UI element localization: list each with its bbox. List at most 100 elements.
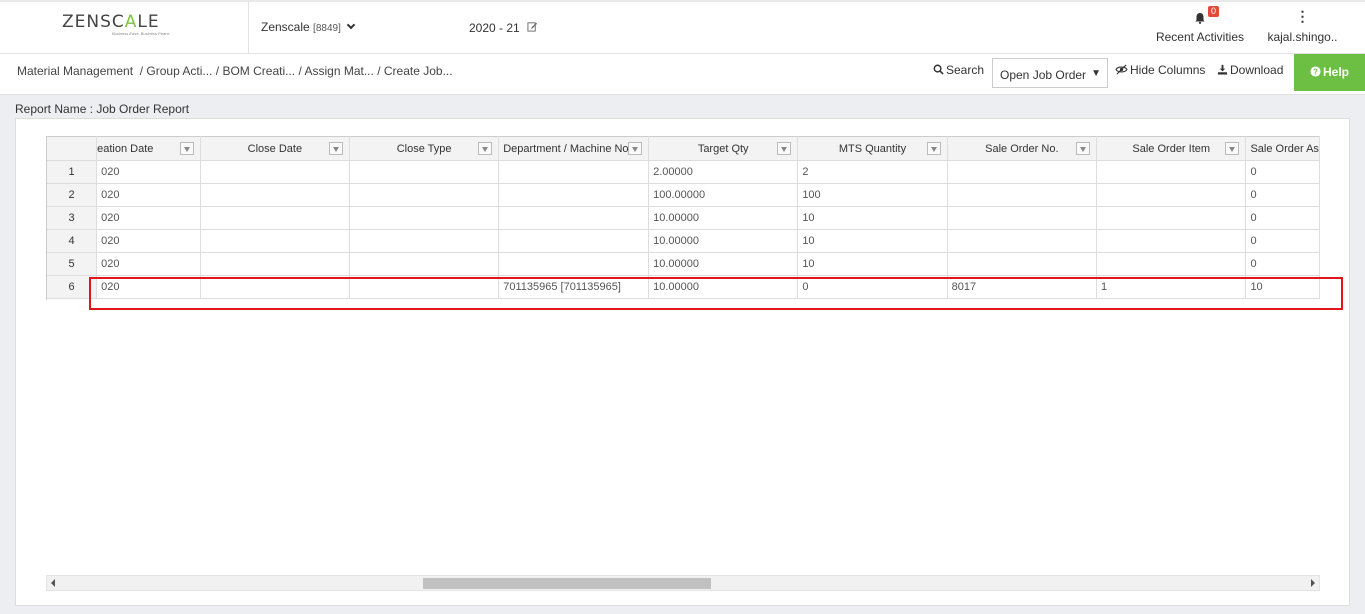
table-cell: [200, 229, 350, 253]
filter-icon[interactable]: [1076, 142, 1091, 155]
top-header: ZENSCALE Business Ease. Business Peace. …: [0, 0, 1365, 54]
table-cell: [1096, 229, 1247, 253]
table-cell: [349, 160, 500, 184]
breadcrumb-item-material-management[interactable]: Material Management: [17, 64, 133, 78]
column-header[interactable]: Target Qty: [648, 136, 799, 161]
filter-icon[interactable]: [478, 142, 493, 155]
column-header[interactable]: Close Type: [349, 136, 500, 161]
filter-icon[interactable]: [926, 142, 941, 155]
table-cell: 10.00000: [648, 206, 799, 230]
column-header-label: Department / Machine No.: [503, 142, 632, 155]
filter-icon[interactable]: [777, 142, 792, 155]
breadcrumb-item-assign-material[interactable]: / Assign Mat...: [298, 64, 373, 78]
column-header[interactable]: Sale Order As: [1245, 136, 1320, 161]
download-icon: [1217, 64, 1228, 78]
report-name: Report Name : Job Order Report: [15, 102, 190, 116]
table-cell: [498, 183, 650, 207]
table-cell: 0: [1245, 183, 1320, 207]
table-row[interactable]: 1 020 2.00000 2 0: [47, 160, 1320, 184]
breadcrumb-item-group-activity[interactable]: / Group Acti...: [140, 64, 213, 78]
caret-down-icon: ▼: [1091, 68, 1101, 79]
table-cell: 2.00000: [648, 160, 799, 184]
table-cell: 020: [96, 183, 201, 207]
breadcrumb-item-create-job[interactable]: / Create Job...: [377, 64, 452, 78]
table-row[interactable]: 2 020 100.00000 100 0: [47, 183, 1320, 207]
bell-icon: [1194, 12, 1206, 24]
table-cell: [498, 229, 650, 253]
table-row[interactable]: 4 020 10.00000 10 0: [47, 229, 1320, 253]
table-cell: [349, 229, 500, 253]
breadcrumb-item-bom-creation[interactable]: / BOM Creati...: [216, 64, 295, 78]
fiscal-year-label: 2020 - 21: [469, 21, 520, 35]
table-row[interactable]: 5 020 10.00000 10 0: [47, 252, 1320, 276]
question-circle-icon: ?: [1310, 66, 1321, 80]
table-cell: 10: [797, 252, 948, 276]
job-order-status-select[interactable]: Open Job Order ▼: [992, 58, 1108, 88]
table-cell: [1096, 183, 1247, 207]
notification-badge: 0: [1208, 6, 1220, 17]
table-cell: 0: [1245, 206, 1320, 230]
edit-icon[interactable]: [527, 21, 538, 35]
header-divider: [248, 2, 249, 54]
column-header[interactable]: MTS Quantity: [797, 136, 948, 161]
hide-columns-button[interactable]: Hide Columns: [1115, 63, 1205, 78]
table-cell: [200, 206, 350, 230]
breadcrumb: Material Management / Group Acti... / BO…: [17, 64, 453, 78]
user-name: kajal.shingo..: [1267, 30, 1338, 44]
table-cell: [200, 160, 350, 184]
table-cell: [498, 160, 650, 184]
column-header[interactable]: Department / Machine No.: [498, 136, 650, 161]
table-cell: [947, 252, 1098, 276]
table-cell: 0: [1245, 160, 1320, 184]
search-button[interactable]: Search: [933, 63, 984, 78]
company-selector[interactable]: Zenscale [8849]: [261, 20, 356, 34]
table-cell: 020: [96, 160, 201, 184]
table-cell: [498, 206, 650, 230]
recent-activities-label: Recent Activities: [1155, 30, 1245, 44]
table-cell: 0: [1245, 252, 1320, 276]
row-number: 3: [47, 206, 98, 230]
filter-icon[interactable]: [1225, 142, 1240, 155]
eye-slash-icon: [1115, 64, 1128, 78]
table-header-row: eation Date Close Date Close Type Depart…: [47, 136, 1320, 161]
horizontal-scrollbar[interactable]: [46, 575, 1320, 591]
table-row[interactable]: 3 020 10.00000 10 0: [47, 206, 1320, 230]
recent-activities[interactable]: Recent Activities: [1150, 8, 1250, 44]
table-cell: [349, 252, 500, 276]
table-cell: 020: [96, 206, 201, 230]
logo-tagline: Business Ease. Business Peace.: [112, 31, 171, 36]
table-cell: 10.00000: [648, 252, 799, 276]
scroll-left-arrow-icon[interactable]: [51, 579, 55, 587]
scroll-right-arrow-icon[interactable]: [1311, 579, 1315, 587]
column-header[interactable]: eation Date: [96, 136, 201, 161]
user-menu[interactable]: ⋮ kajal.shingo..: [1255, 9, 1350, 44]
fiscal-year-selector[interactable]: 2020 - 21: [469, 21, 538, 35]
logo-wordmark: ZENSCALE: [62, 12, 160, 32]
table-cell: [947, 229, 1098, 253]
column-header[interactable]: Sale Order No.: [947, 136, 1098, 161]
column-header[interactable]: Close Date: [200, 136, 350, 161]
filter-icon[interactable]: [328, 142, 343, 155]
filter-icon[interactable]: [628, 142, 643, 155]
scrollbar-thumb[interactable]: [423, 578, 711, 589]
hide-columns-label: Hide Columns: [1130, 63, 1206, 77]
table-cell: [349, 206, 500, 230]
column-header-label: Target Qty: [697, 142, 749, 155]
column-header-label: Close Type: [396, 142, 452, 155]
company-code: [8849]: [313, 23, 341, 34]
filter-icon[interactable]: [179, 142, 194, 155]
more-vertical-icon[interactable]: ⋮: [1255, 9, 1350, 23]
column-header-label: eation Date: [97, 142, 154, 155]
job-order-grid: eation Date Close Date Close Type Depart…: [46, 136, 1320, 300]
table-cell: 020: [96, 229, 201, 253]
search-icon: [933, 64, 944, 78]
row-number: 2: [47, 183, 98, 207]
column-header[interactable]: Sale Order Item: [1096, 136, 1247, 161]
help-button[interactable]: ? Help: [1294, 54, 1365, 91]
table-cell: [1096, 206, 1247, 230]
zenscale-logo[interactable]: ZENSCALE Business Ease. Business Peace.: [62, 12, 192, 36]
download-button[interactable]: Download: [1217, 63, 1283, 78]
table-cell: 020: [96, 252, 201, 276]
column-header-label: MTS Quantity: [838, 142, 907, 155]
table-cell: [498, 252, 650, 276]
